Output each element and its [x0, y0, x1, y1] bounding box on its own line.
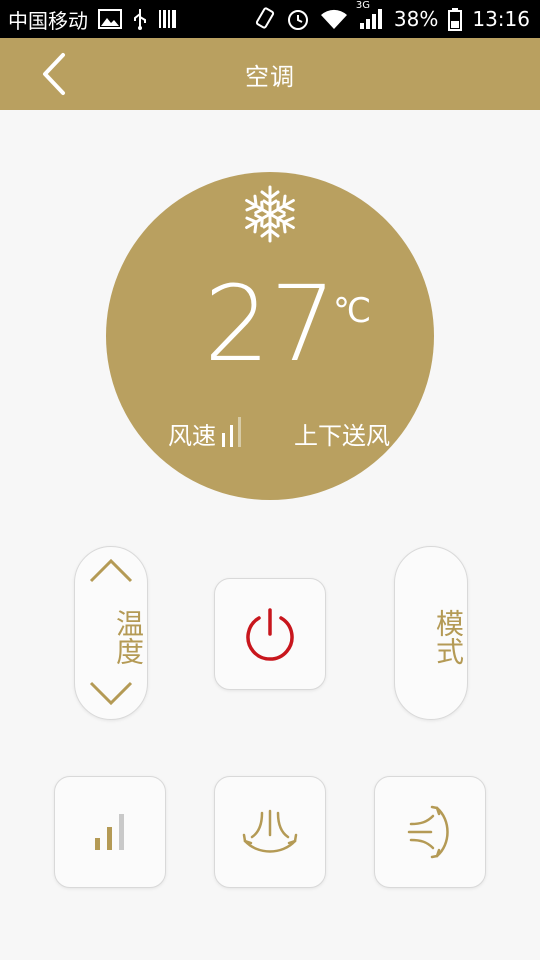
- signal-icon: 3G: [356, 0, 384, 30]
- power-button[interactable]: [214, 578, 326, 690]
- mode-label: 模式: [432, 609, 465, 665]
- temperature-value: 27: [203, 263, 337, 385]
- clock: 13:16: [472, 7, 530, 31]
- power-icon: [246, 608, 294, 661]
- horizontal-swing-icon: [407, 805, 449, 859]
- swing-mode-label: 上下送风: [294, 422, 390, 450]
- network-type: 3G: [355, 0, 371, 11]
- vertical-swing-button[interactable]: [214, 776, 326, 888]
- status-bar: 中国移动 3G 38% 13:16: [0, 0, 540, 38]
- image-notification-icon: [98, 9, 122, 29]
- temperature-down-button[interactable]: [89, 679, 133, 709]
- back-button[interactable]: [30, 50, 78, 98]
- fan-speed-icon: [95, 814, 124, 850]
- status-right: 3G 38% 13:16: [254, 0, 540, 31]
- status-display: 27 ℃ 风速 上下送风: [106, 172, 434, 500]
- fan-speed-bar: [230, 425, 233, 447]
- page-title: 空调: [245, 62, 295, 91]
- vertical-swing-icon: [242, 809, 298, 853]
- temperature-control: 温度: [74, 546, 148, 720]
- alarm-icon: [286, 7, 310, 31]
- temperature-unit: ℃: [333, 291, 372, 331]
- carrier-name: 中国移动: [8, 8, 88, 33]
- status-left: 中国移动: [0, 5, 178, 34]
- mode-button[interactable]: 模式: [394, 546, 468, 720]
- barcode-icon: [158, 9, 178, 29]
- battery-icon: [448, 7, 463, 31]
- chevron-left-icon: [43, 53, 65, 95]
- app-header: 空调: [0, 38, 540, 110]
- temperature-up-button[interactable]: [89, 555, 133, 585]
- fan-speed-label: 风速: [168, 422, 216, 450]
- fan-speed-indicator: 风速: [168, 416, 241, 451]
- temperature-label: 温度: [112, 609, 145, 665]
- horizontal-swing-button[interactable]: [374, 776, 486, 888]
- snowflake-icon: [241, 185, 299, 243]
- fan-speed-bars: [222, 417, 241, 447]
- usb-icon: [132, 8, 148, 30]
- wifi-icon: [320, 8, 348, 30]
- temperature-value-wrap: 27: [106, 272, 434, 376]
- fan-speed-button[interactable]: [54, 776, 166, 888]
- fan-speed-bar: [222, 433, 225, 447]
- vibrate-icon: [254, 7, 276, 31]
- battery-percent: 38%: [393, 7, 439, 31]
- fan-speed-bar: [238, 417, 241, 447]
